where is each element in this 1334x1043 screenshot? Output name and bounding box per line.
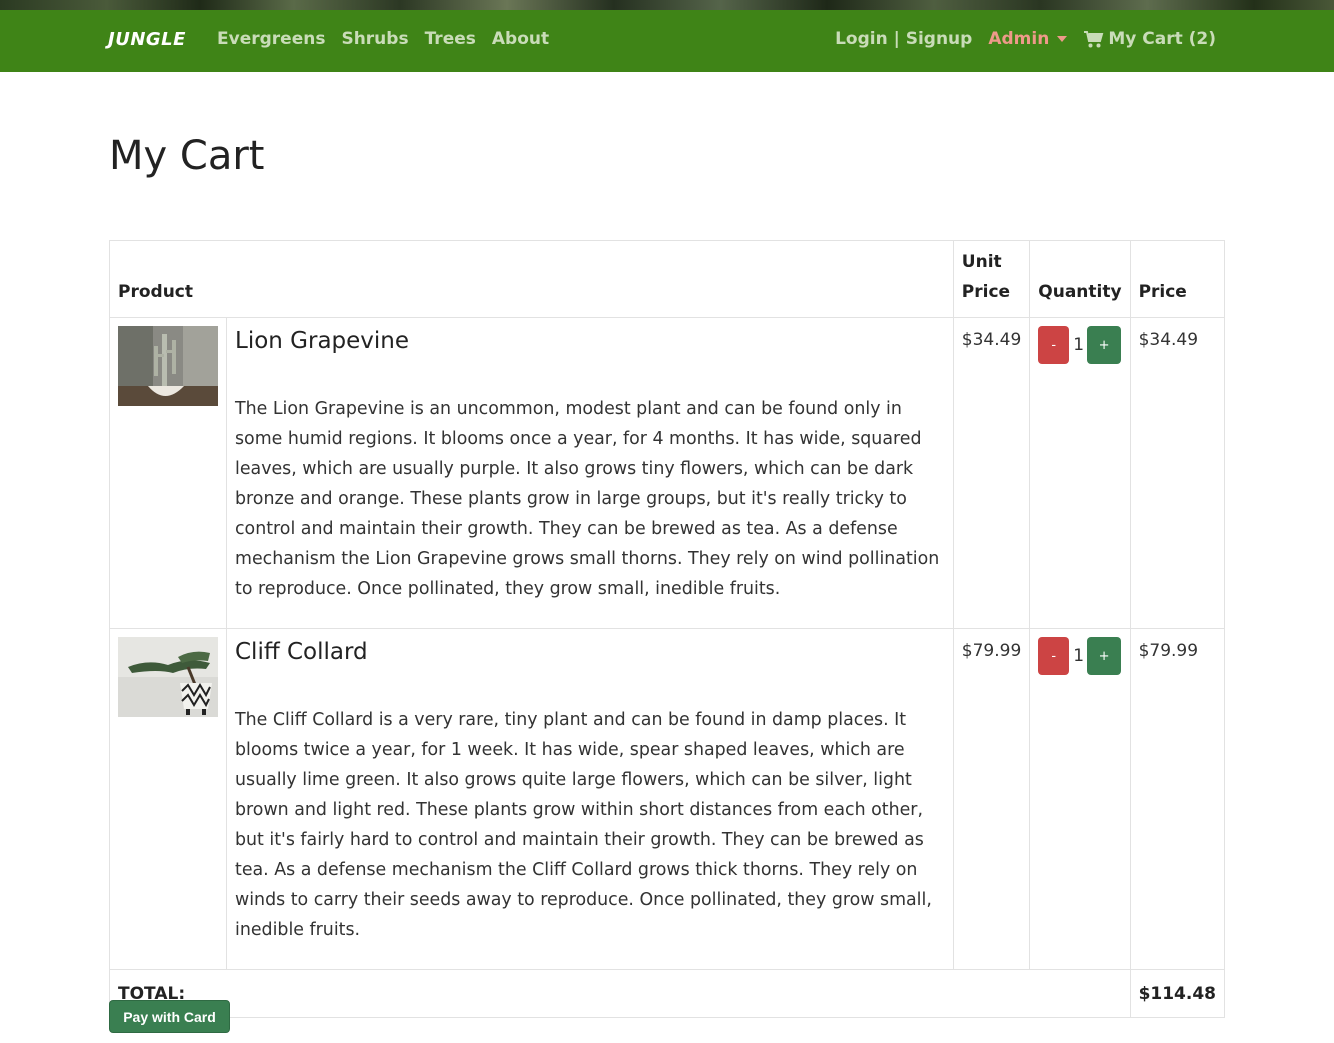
decrease-quantity-button[interactable]: -	[1038, 637, 1070, 675]
header-unit-price-line2: Price	[961, 282, 1011, 302]
admin-dropdown[interactable]: Admin	[988, 29, 1068, 49]
cart-table: Product Unit Price Quantity Price Lion G…	[109, 240, 1226, 1018]
quantity-stepper: - 1 +	[1038, 637, 1122, 675]
unit-price-cell: $34.49	[952, 317, 1031, 629]
nav-right: Login | Signup Admin My Cart (2)	[835, 29, 1216, 49]
header-product: Product	[109, 240, 954, 318]
product-description-cell: Cliff Collard The Cliff Collard is a ver…	[226, 628, 954, 970]
total-row: TOTAL: $114.48	[109, 969, 1226, 1018]
my-cart-link[interactable]: My Cart (2)	[1084, 29, 1216, 49]
caret-down-icon	[1057, 36, 1068, 42]
header-price: Price	[1129, 240, 1226, 318]
product-description: The Lion Grapevine is an uncommon, modes…	[235, 399, 940, 599]
table-header-row: Product Unit Price Quantity Price	[109, 240, 1226, 318]
header-unit-price-line1: Unit	[961, 252, 1002, 272]
table-row: Cliff Collard The Cliff Collard is a ver…	[109, 628, 1226, 970]
product-description-cell: Lion Grapevine The Lion Grapevine is an …	[226, 317, 954, 629]
nav-link-evergreens[interactable]: Evergreens	[217, 29, 325, 49]
total-label: TOTAL:	[109, 969, 1131, 1018]
product-image-cell	[109, 628, 227, 970]
admin-label: Admin	[988, 29, 1050, 49]
my-cart-label: My Cart (2)	[1108, 29, 1216, 49]
quantity-value: 1	[1073, 335, 1085, 355]
unit-price-cell: $79.99	[952, 628, 1031, 970]
table-row: Lion Grapevine The Lion Grapevine is an …	[109, 317, 1226, 629]
product-name[interactable]: Cliff Collard	[235, 637, 945, 667]
header-unit-price: Unit Price	[952, 240, 1031, 318]
product-image-lion-grapevine[interactable]	[118, 326, 218, 406]
quantity-stepper: - 1 +	[1038, 326, 1122, 364]
total-value: $114.48	[1129, 969, 1226, 1018]
product-image-cliff-collard[interactable]	[118, 637, 218, 717]
increase-quantity-button[interactable]: +	[1087, 326, 1122, 364]
pay-with-card-button[interactable]: Pay with Card	[109, 1000, 230, 1033]
navbar: JUNGLE Evergreens Shrubs Trees About Log…	[0, 10, 1334, 72]
decrease-quantity-button[interactable]: -	[1038, 326, 1070, 364]
quantity-value: 1	[1073, 646, 1085, 666]
login-signup-link[interactable]: Login | Signup	[835, 29, 972, 49]
product-description: The Cliff Collard is a very rare, tiny p…	[235, 710, 932, 940]
product-name[interactable]: Lion Grapevine	[235, 326, 945, 356]
page-title: My Cart	[109, 133, 265, 179]
quantity-cell: - 1 +	[1029, 317, 1131, 629]
nav-links: Evergreens Shrubs Trees About	[217, 29, 549, 49]
nav-link-trees[interactable]: Trees	[425, 29, 476, 49]
nav-link-about[interactable]: About	[492, 29, 549, 49]
quantity-cell: - 1 +	[1029, 628, 1131, 970]
price-cell: $34.49	[1129, 317, 1226, 629]
increase-quantity-button[interactable]: +	[1087, 637, 1122, 675]
header-quantity: Quantity	[1029, 240, 1131, 318]
nav-link-shrubs[interactable]: Shrubs	[341, 29, 408, 49]
brand-logo[interactable]: JUNGLE	[108, 29, 186, 50]
product-image-cell	[109, 317, 227, 629]
shopping-cart-icon	[1084, 30, 1104, 47]
hero-banner-strip	[0, 0, 1334, 10]
price-cell: $79.99	[1129, 628, 1226, 970]
